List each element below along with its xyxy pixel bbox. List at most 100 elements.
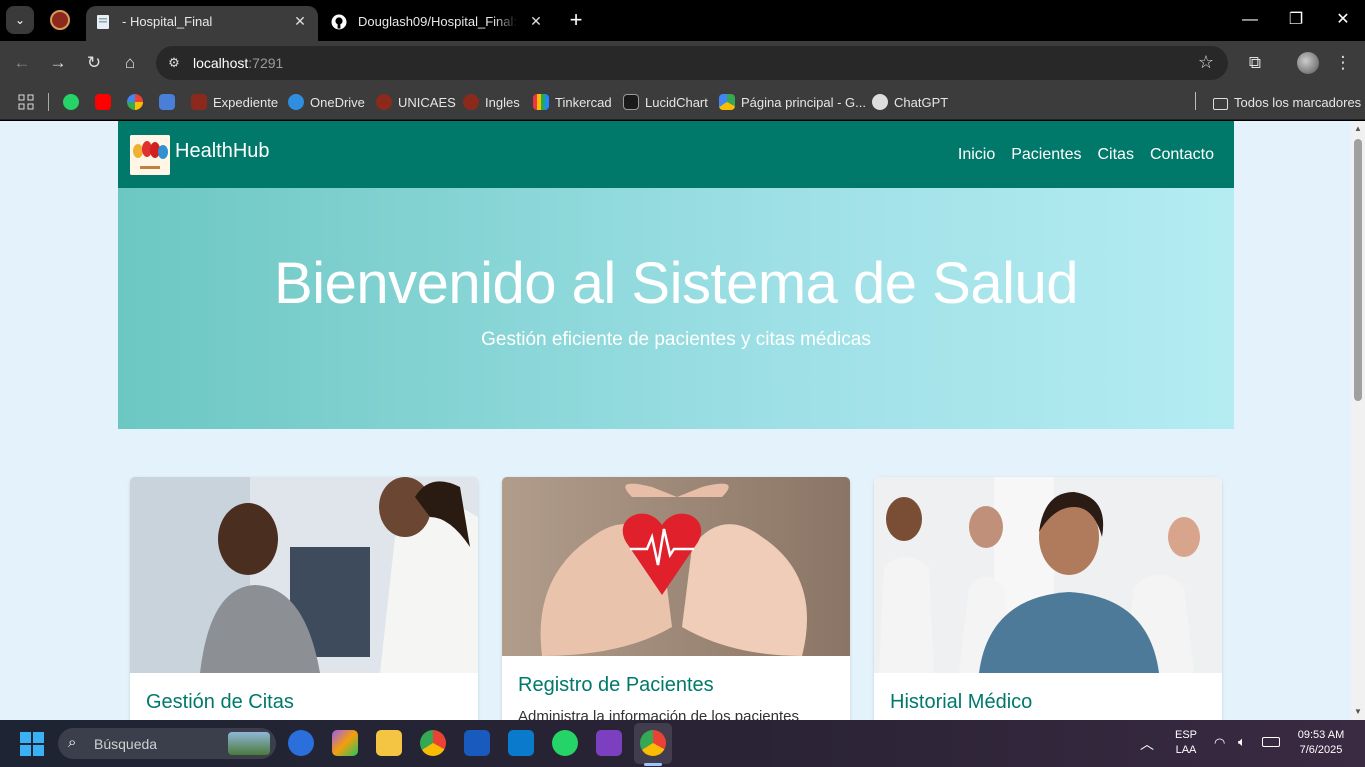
search-label: Búsqueda [94, 736, 158, 752]
unicaes-icon [191, 94, 207, 110]
folder-icon [1213, 98, 1228, 110]
chatgpt-icon [872, 94, 888, 110]
card-image-heart-hands [502, 477, 850, 656]
profile-avatar[interactable] [1297, 52, 1319, 74]
tinkercad-icon [533, 94, 549, 110]
home-icon[interactable]: ⌂ [118, 51, 142, 75]
bookmark-chatgpt[interactable]: ChatGPT [872, 93, 948, 113]
onedrive-icon [288, 94, 304, 110]
whatsapp-icon[interactable] [552, 730, 578, 756]
card-image-doctor-child [130, 477, 478, 673]
restore-icon[interactable]: ❐ [1284, 8, 1308, 32]
divider [48, 93, 49, 111]
app-icon-browser-blue[interactable] [288, 730, 314, 756]
bookmark-unicaes[interactable]: UNICAES [376, 93, 456, 113]
bookmark-star-icon[interactable]: ☆ [1198, 52, 1214, 73]
all-bookmarks[interactable]: Todos los marcadores [1213, 93, 1361, 113]
file-explorer-icon[interactable] [376, 730, 402, 756]
search-highlight-image [228, 732, 270, 755]
tab-github[interactable]: Douglash09/Hospital_Final: hos ✕ [322, 6, 554, 41]
brand-name[interactable]: HealthHub [175, 140, 270, 163]
pinned-tab[interactable] [50, 10, 70, 30]
scrollbar-thumb[interactable] [1354, 139, 1362, 401]
bookmark-translate[interactable] [159, 93, 181, 113]
nav-citas[interactable]: Citas [1098, 146, 1134, 164]
page-scrollbar[interactable]: ▲ ▼ [1351, 121, 1365, 720]
bookmark-expediente[interactable]: Expediente [191, 93, 278, 113]
clock[interactable]: 09:53 AM 7/6/2025 [1288, 729, 1354, 756]
page-icon [97, 15, 109, 29]
card-gestion-citas[interactable]: Gestión de Citas [130, 477, 478, 720]
back-icon[interactable]: ← [10, 51, 34, 75]
word-icon[interactable] [464, 730, 490, 756]
bookmark-drive[interactable]: Página principal - G... [719, 93, 866, 113]
forward-icon[interactable]: → [46, 51, 70, 75]
bookmark-lucidchart[interactable]: LucidChart [623, 93, 708, 113]
close-window-icon[interactable]: ✕ [1331, 8, 1355, 32]
hero-banner: Bienvenido al Sistema de Salud Gestión e… [118, 188, 1234, 429]
menu-icon[interactable]: ⋮ [1331, 51, 1355, 75]
bookmark-whatsapp[interactable] [63, 93, 85, 113]
tab-search-button[interactable]: ⌄ [6, 6, 34, 34]
chrome-profile-icon[interactable] [640, 730, 666, 756]
card-registro-pacientes[interactable]: Registro de Pacientes Administra la info… [502, 477, 850, 720]
hero-title: Bienvenido al Sistema de Salud [274, 251, 1078, 316]
tab-hospital-final[interactable]: - Hospital_Final ✕ [86, 6, 318, 41]
chrome-icon[interactable] [420, 730, 446, 756]
windows-taskbar: ⌕ Búsqueda ︿ ESP LAA ◠ 🔈︎ 09:53 AM 7/6/2… [0, 720, 1365, 767]
windows-start-icon[interactable] [20, 732, 44, 756]
tab-title: - Hospital_Final [122, 14, 213, 29]
apps-grid-icon[interactable] [18, 93, 34, 113]
card-title: Registro de Pacientes [518, 674, 714, 696]
drive-icon [719, 94, 735, 110]
scroll-down-icon[interactable]: ▼ [1354, 708, 1362, 716]
bookmark-youtube[interactable] [95, 93, 117, 113]
copilot-icon[interactable] [332, 730, 358, 756]
site-navbar: HealthHub Inicio Pacientes Citas Contact… [118, 121, 1234, 188]
tab-strip: ⌄ - Hospital_Final ✕ Douglash09/Hospital… [0, 0, 1365, 41]
site-info-icon[interactable]: ⚙ [166, 55, 182, 71]
card-description: Administra la información de los pacient… [518, 708, 799, 720]
youtube-icon [95, 94, 111, 110]
battery-icon[interactable] [1262, 737, 1280, 747]
close-tab-icon[interactable]: ✕ [526, 11, 546, 31]
url-text: localhost:7291 [193, 55, 284, 71]
bookmark-ingles[interactable]: Ingles [463, 93, 520, 113]
extensions-icon[interactable]: ⧉ [1243, 51, 1267, 75]
minimize-icon[interactable]: — [1238, 8, 1262, 32]
card-historial-medico[interactable]: Historial Médico [874, 477, 1222, 720]
search-icon: ⌕ [68, 734, 77, 751]
card-title: Gestión de Citas [146, 691, 294, 713]
card-image-medical-team [874, 477, 1222, 673]
healthhub-logo[interactable] [130, 135, 170, 175]
bookmark-tinkercad[interactable]: Tinkercad [533, 93, 612, 113]
address-bar[interactable]: ⚙ localhost:7291 ☆ [156, 46, 1228, 80]
main-nav: Inicio Pacientes Citas Contacto [958, 146, 1214, 164]
new-tab-button[interactable]: + [564, 8, 588, 32]
active-indicator [644, 763, 662, 766]
wifi-icon[interactable]: ◠ [1214, 735, 1225, 751]
scroll-up-icon[interactable]: ▲ [1354, 125, 1362, 133]
nav-inicio[interactable]: Inicio [958, 146, 995, 164]
language-indicator[interactable]: ESP LAA [1170, 729, 1202, 756]
vscode-icon[interactable] [508, 730, 534, 756]
visual-studio-icon[interactable] [596, 730, 622, 756]
bookmark-google[interactable] [127, 93, 149, 113]
taskbar-search[interactable]: ⌕ Búsqueda [58, 728, 276, 759]
close-tab-icon[interactable]: ✕ [290, 11, 310, 31]
bookmark-onedrive[interactable]: OneDrive [288, 93, 365, 113]
page-viewport: HealthHub Inicio Pacientes Citas Contact… [0, 121, 1351, 720]
tab-title: Douglash09/Hospital_Final: hos [358, 14, 518, 29]
browser-toolbar: ← → ↻ ⌂ ⚙ localhost:7291 ☆ ⧉ ⋮ [0, 41, 1365, 86]
volume-icon[interactable]: 🔈︎ [1238, 734, 1246, 750]
tray-overflow-icon[interactable]: ︿ [1140, 734, 1154, 754]
unicaes-icon [463, 94, 479, 110]
hero-subtitle: Gestión eficiente de pacientes y citas m… [481, 329, 871, 350]
github-icon [331, 14, 347, 30]
whatsapp-icon [63, 94, 79, 110]
bookmarks-bar: Expediente OneDrive UNICAES Ingles Tinke… [0, 86, 1365, 120]
nav-contacto[interactable]: Contacto [1150, 146, 1214, 164]
nav-pacientes[interactable]: Pacientes [1011, 146, 1081, 164]
divider [1195, 92, 1196, 110]
reload-icon[interactable]: ↻ [82, 51, 106, 75]
